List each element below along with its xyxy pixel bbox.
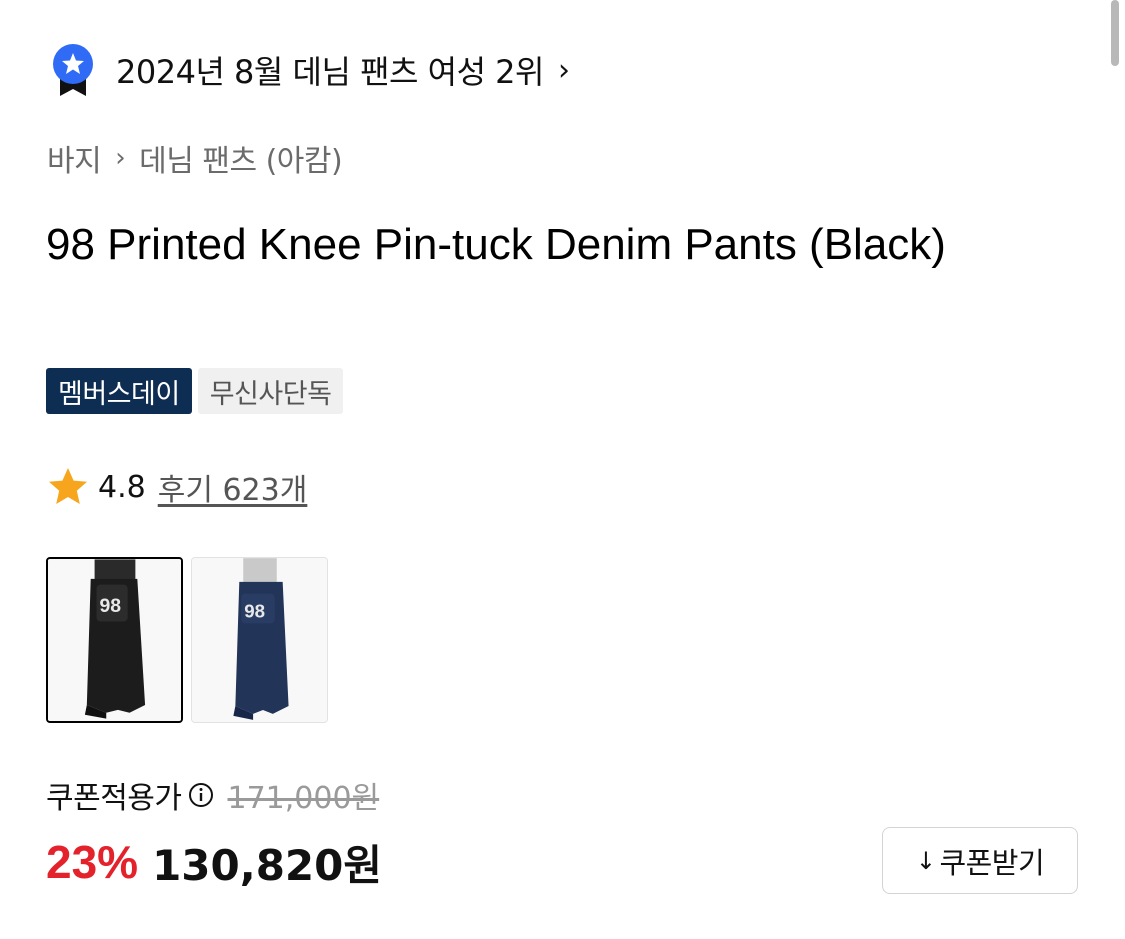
rating-score: 4.8 <box>98 469 146 505</box>
thumbnail-black[interactable]: 98 <box>46 557 183 723</box>
coupon-button-label: 쿠폰받기 <box>939 845 1045 880</box>
ranking-text: 2024년 8월 데님 팬츠 여성 2위 <box>116 53 544 91</box>
thumbnail-navy[interactable]: 98 <box>191 557 328 723</box>
sale-price-row: 23% 130,820원 <box>46 832 382 892</box>
product-image-navy: 98 <box>192 558 327 722</box>
ranking-link[interactable]: 2024년 8월 데님 팬츠 여성 2위 › <box>50 42 570 98</box>
product-detail-page: 2024년 8월 데님 팬츠 여성 2위 › 바지 › 데님 팬츠 (아캄) 9… <box>0 0 1125 939</box>
chevron-right-icon: › <box>115 143 126 173</box>
discount-rate: 23% <box>46 836 139 888</box>
thumbnail-list: 98 98 <box>46 557 328 723</box>
scrollbar[interactable] <box>1111 0 1119 66</box>
product-image-black: 98 <box>48 559 181 721</box>
breadcrumb: 바지 › 데님 팬츠 (아캄) <box>47 136 343 180</box>
download-icon: ↓ <box>915 846 936 875</box>
badge-group: 멤버스데이 무신사단독 <box>46 368 344 414</box>
star-icon <box>49 468 87 504</box>
sale-price: 130,820원 <box>152 840 383 890</box>
ranking-badge-icon <box>53 44 93 96</box>
coupon-download-button[interactable]: ↓ 쿠폰받기 <box>882 827 1078 894</box>
reviews-link[interactable]: 후기 623개 <box>158 465 308 509</box>
original-price: 171,000원 <box>227 781 380 816</box>
badge-members-day: 멤버스데이 <box>46 368 192 414</box>
thumbnail-print-label: 98 <box>244 600 265 621</box>
rating: 4.8 후기 623개 <box>46 464 307 510</box>
product-title: 98 Printed Knee Pin-tuck Denim Pants (Bl… <box>46 220 946 269</box>
chevron-right-icon: › <box>557 52 570 88</box>
breadcrumb-item-denim-pants[interactable]: 데님 팬츠 (아캄) <box>139 136 343 180</box>
info-icon[interactable] <box>188 782 214 808</box>
badge-exclusive: 무신사단독 <box>197 368 344 414</box>
coupon-price-label: 쿠폰적용가 <box>46 781 182 816</box>
breadcrumb-item-pants[interactable]: 바지 <box>47 136 102 180</box>
thumbnail-print-label: 98 <box>99 595 121 617</box>
price-label-row: 쿠폰적용가 171,000원 <box>46 774 379 816</box>
